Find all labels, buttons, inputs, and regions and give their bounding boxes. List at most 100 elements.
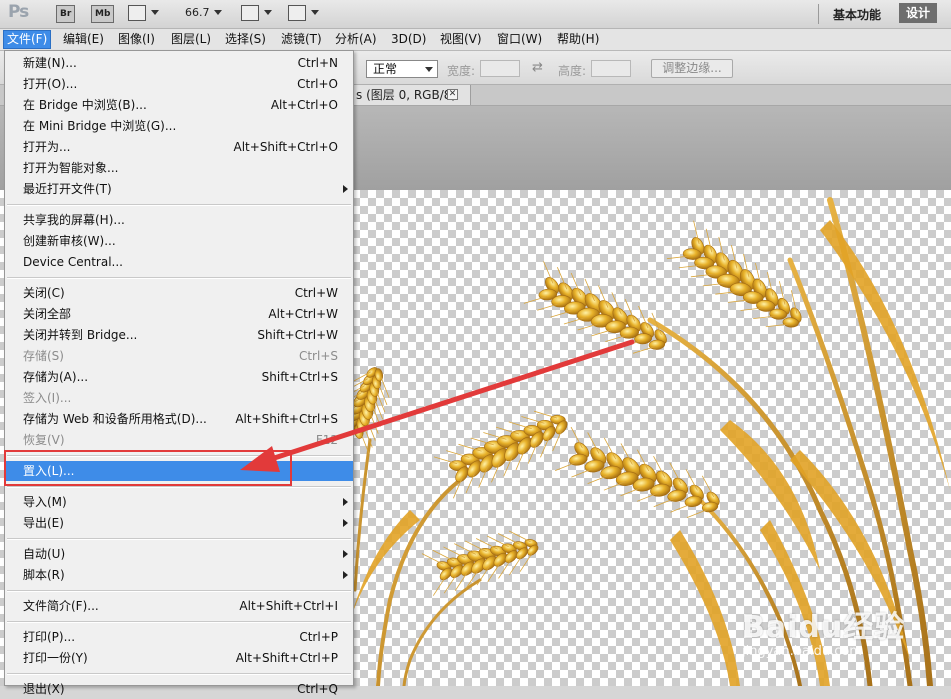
file-menu-item[interactable]: 存储为 Web 和设备所用格式(D)... Alt+Shift+Ctrl+S: [5, 409, 353, 429]
file-menu-item[interactable]: 在 Mini Bridge 中浏览(G)...: [5, 116, 353, 136]
file-menu-item[interactable]: 共享我的屏幕(H)...: [5, 210, 353, 230]
menu-item-label: 打印一份(Y): [23, 651, 88, 665]
photoshop-logo: Ps: [8, 2, 29, 22]
menu-separator: [7, 204, 351, 206]
zoom-level[interactable]: 66.7: [185, 6, 210, 19]
arrange-documents-icon[interactable]: [241, 5, 259, 21]
menu-separator: [7, 486, 351, 488]
menu-7[interactable]: 3D(D): [388, 31, 429, 48]
file-menu-item[interactable]: 存储为(A)... Shift+Ctrl+S: [5, 367, 353, 387]
menu-item-label: 存储为(A)...: [23, 370, 89, 384]
width-field[interactable]: [480, 60, 520, 77]
file-menu-item[interactable]: 退出(X) Ctrl+Q: [5, 679, 353, 699]
file-menu-item[interactable]: 打印一份(Y) Alt+Shift+Ctrl+P: [5, 648, 353, 668]
menu-10[interactable]: 帮助(H): [554, 31, 602, 48]
menu-item-shortcut: Ctrl+N: [297, 56, 338, 70]
file-menu-item: 存储(S) Ctrl+S: [5, 346, 353, 366]
menu-separator: [7, 621, 351, 623]
menu-item-label: 存储(S): [23, 349, 64, 363]
file-menu-item[interactable]: 打开为智能对象...: [5, 158, 353, 178]
menu-3[interactable]: 图层(L): [168, 31, 214, 48]
menu-item-label: 退出(X): [23, 682, 65, 696]
width-label: 宽度:: [447, 64, 476, 78]
menu-item-label: 关闭(C): [23, 286, 65, 300]
menu-item-label: Device Central...: [23, 255, 123, 269]
chevron-right-icon: [343, 498, 348, 506]
file-menu-item: 签入(I)...: [5, 388, 353, 408]
chevron-down-icon[interactable]: [214, 10, 222, 15]
file-menu-item[interactable]: 关闭全部 Alt+Ctrl+W: [5, 304, 353, 324]
menu-item-label: 导出(E): [23, 516, 64, 530]
menu-item-shortcut: Ctrl+W: [294, 286, 338, 300]
watermark-logo: Baidu经验: [742, 610, 906, 645]
chevron-down-icon[interactable]: [151, 10, 159, 15]
chevron-right-icon: [343, 185, 348, 193]
file-menu-item[interactable]: 文件简介(F)... Alt+Shift+Ctrl+I: [5, 596, 353, 616]
file-menu-item[interactable]: 新建(N)... Ctrl+N: [5, 53, 353, 73]
menu-0[interactable]: 文件(F): [3, 30, 52, 49]
file-menu-item[interactable]: 创建新审核(W)...: [5, 231, 353, 251]
menu-item-shortcut: F12: [315, 433, 338, 447]
menu-item-shortcut: Ctrl+S: [298, 349, 338, 363]
chevron-down-icon[interactable]: [311, 10, 319, 15]
menu-2[interactable]: 图像(I): [115, 31, 158, 48]
menu-separator: [7, 590, 351, 592]
menu-item-shortcut: Shift+Ctrl+S: [261, 370, 338, 384]
file-menu-item[interactable]: 导出(E): [5, 513, 353, 533]
menu-bar: 文件(F) 编辑(E) 图像(I) 图层(L) 选择(S) 滤镜(T) 分析(A) 3D(D)…: [0, 29, 951, 51]
menu-item-label: 签入(I)...: [23, 391, 72, 405]
menu-item-label: 共享我的屏幕(H)...: [23, 213, 125, 227]
file-menu-item[interactable]: 自动(U): [5, 544, 353, 564]
menu-item-label: 打开为...: [23, 140, 71, 154]
view-extras-icon[interactable]: [128, 5, 146, 21]
menu-item-shortcut: Ctrl+O: [297, 77, 338, 91]
screen-mode-icon[interactable]: [288, 5, 306, 21]
menu-item-shortcut: Ctrl+P: [299, 630, 338, 644]
menu-item-label: 关闭并转到 Bridge...: [23, 328, 138, 342]
refine-edge-button[interactable]: 调整边缘...: [651, 59, 733, 78]
file-menu-item[interactable]: 打开为... Alt+Shift+Ctrl+O: [5, 137, 353, 157]
menu-5[interactable]: 滤镜(T): [278, 31, 325, 48]
menu-9[interactable]: 窗口(W): [494, 31, 545, 48]
file-menu-dropdown: 新建(N)... Ctrl+N 打开(O)... Ctrl+O 在 Bridge 中浏览…: [4, 50, 354, 696]
file-menu-item[interactable]: Device Central...: [5, 252, 353, 272]
menu-item-label: 新建(N)...: [23, 56, 77, 70]
menu-item-shortcut: Alt+Shift+Ctrl+I: [239, 599, 338, 613]
file-menu-item: 恢复(V) F12: [5, 430, 353, 450]
bridge-button[interactable]: Br: [56, 5, 76, 23]
menu-4[interactable]: 选择(S): [222, 31, 269, 48]
style-select[interactable]: 正常: [366, 60, 438, 78]
menu-item-shortcut: Alt+Ctrl+W: [268, 307, 338, 321]
menu-item-label: 在 Mini Bridge 中浏览(G)...: [23, 119, 177, 133]
menu-8[interactable]: 视图(V): [437, 31, 485, 48]
chevron-down-icon[interactable]: [264, 10, 272, 15]
height-field[interactable]: [591, 60, 631, 77]
file-menu-item[interactable]: 关闭并转到 Bridge... Shift+Ctrl+W: [5, 325, 353, 345]
menu-6[interactable]: 分析(A): [332, 31, 380, 48]
menu-item-label: 创建新审核(W)...: [23, 234, 116, 248]
menu-item-shortcut: Alt+Shift+Ctrl+S: [235, 412, 338, 426]
menu-1[interactable]: 编辑(E): [60, 31, 107, 48]
menu-item-label: 关闭全部: [23, 307, 72, 321]
height-label: 高度:: [558, 64, 587, 78]
menu-item-label: 存储为 Web 和设备所用格式(D)...: [23, 412, 207, 426]
swap-icon[interactable]: ⇄: [532, 60, 543, 75]
menu-item-label: 打开为智能对象...: [23, 161, 119, 175]
menu-item-shortcut: Alt+Shift+Ctrl+O: [233, 140, 338, 154]
file-menu-item[interactable]: 打开(O)... Ctrl+O: [5, 74, 353, 94]
file-menu-item[interactable]: 打印(P)... Ctrl+P: [5, 627, 353, 647]
file-menu-item[interactable]: 脚本(R): [5, 565, 353, 585]
file-menu-item[interactable]: 最近打开文件(T): [5, 179, 353, 199]
mini-bridge-button[interactable]: Mb: [91, 5, 115, 23]
workspace-essentials[interactable]: 基本功能: [833, 6, 881, 23]
menu-item-label: 文件简介(F)...: [23, 599, 99, 613]
menu-item-shortcut: Alt+Shift+Ctrl+P: [235, 651, 338, 665]
file-menu-item[interactable]: 在 Bridge 中浏览(B)... Alt+Ctrl+O: [5, 95, 353, 115]
file-menu-item[interactable]: 关闭(C) Ctrl+W: [5, 283, 353, 303]
chevron-right-icon: [343, 550, 348, 558]
file-menu-item[interactable]: 导入(M): [5, 492, 353, 512]
menu-separator: [7, 277, 351, 279]
workspace-design[interactable]: 设计: [899, 3, 937, 23]
close-icon[interactable]: ✕: [447, 89, 458, 100]
menu-item-label: 自动(U): [23, 547, 66, 561]
